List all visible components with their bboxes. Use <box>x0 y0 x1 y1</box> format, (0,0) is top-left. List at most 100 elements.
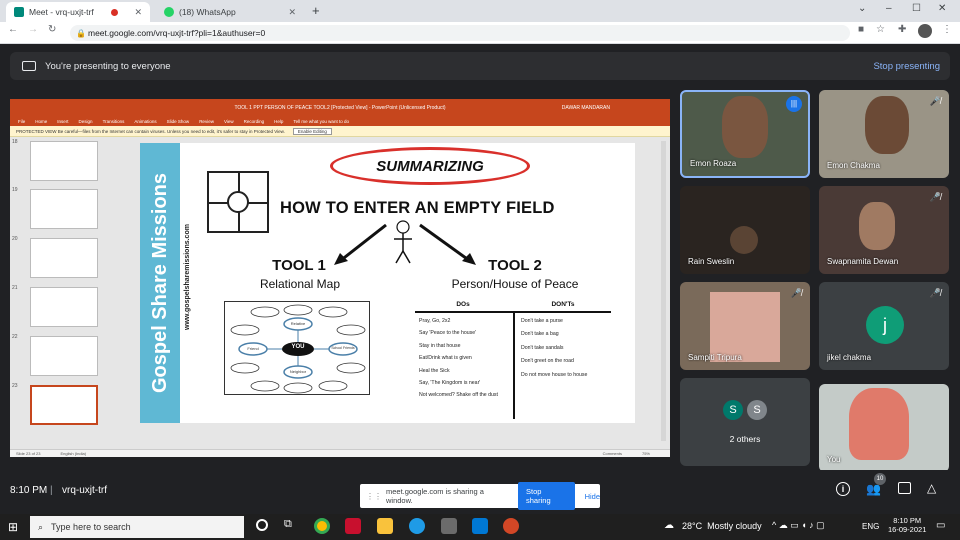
tab-whatsapp[interactable]: (18) WhatsApp ✕ <box>156 2 304 22</box>
slide-thumbnail[interactable] <box>30 141 98 181</box>
donts-header: DON'Ts <box>551 301 575 308</box>
address-bar[interactable]: 🔒 meet.google.com/vrq-uxjt-trf?pli=1&aut… <box>70 25 850 41</box>
slide-thumbnail[interactable] <box>30 287 98 327</box>
stop-presenting-button[interactable]: Stop presenting <box>873 61 940 72</box>
drag-handle-icon[interactable]: ⋮⋮ <box>366 492 382 501</box>
acrobat-taskbar-icon[interactable] <box>345 518 361 534</box>
meeting-details-icon[interactable]: i <box>836 482 850 496</box>
profile-avatar[interactable] <box>918 24 932 38</box>
ppt-comments-button[interactable]: Comments <box>603 451 622 456</box>
extensions-icon[interactable]: ✚ <box>898 24 906 35</box>
muted-mic-icon: 🎤̸ <box>929 192 941 202</box>
slide-thumbnail[interactable] <box>30 336 98 376</box>
participant-name: Swapnamita Dewan <box>827 257 899 266</box>
stop-sharing-button[interactable]: Stop sharing <box>518 482 575 510</box>
ppt-scrollbar[interactable] <box>661 141 666 441</box>
thumb-number: 21 <box>12 285 18 291</box>
new-tab-button[interactable]: + <box>312 3 320 18</box>
meeting-time: 8:10 PM <box>10 485 48 496</box>
dos-item: Pray, Go, 2x2 <box>419 318 451 324</box>
ppt-menu-home[interactable]: Home <box>35 119 47 124</box>
dos-item: Not welcomed? Shake off the dust <box>419 392 498 399</box>
protected-view-bar: PROTECTED VIEW Be careful—files from the… <box>10 126 670 137</box>
ppt-zoom-level[interactable]: 75% <box>642 451 650 456</box>
close-window-icon[interactable]: ✕ <box>938 3 946 14</box>
maximize-icon[interactable]: ☐ <box>912 3 921 14</box>
separator: | <box>50 485 53 496</box>
ppt-menu-view[interactable]: View <box>224 119 234 124</box>
slide-sidebar-url: www.gospelsharemissions.com <box>184 224 191 330</box>
windows-start-icon[interactable]: ⊞ <box>8 520 18 534</box>
ppt-menu-review[interactable]: Review <box>199 119 214 124</box>
ppt-statusbar: Slide 23 of 23 English (India) Comments … <box>10 449 670 457</box>
tab-meet[interactable]: Meet - vrq-uxjt-trf ✕ <box>6 2 150 22</box>
dos-item: Eat/Drink what is given <box>419 355 472 362</box>
ppt-menu-design[interactable]: Design <box>79 119 93 124</box>
notifications-icon[interactable]: ▭ <box>936 520 945 531</box>
participant-tile[interactable]: Rain Sweslin <box>680 186 810 274</box>
close-tab-icon[interactable]: ✕ <box>288 7 296 18</box>
ppt-menu-help[interactable]: Help <box>274 119 283 124</box>
forward-icon[interactable]: → <box>28 24 38 35</box>
taskbar-search[interactable]: ⌕ Type here to search <box>30 516 244 538</box>
donts-item: Don't take a purse <box>521 318 563 324</box>
participant-name: jikel chakma <box>827 353 872 362</box>
donts-list: Don't take a purse Don't take a bag Don'… <box>521 315 613 382</box>
file-explorer-icon[interactable] <box>377 518 393 534</box>
edge-taskbar-icon[interactable] <box>409 518 425 534</box>
thumb-number: 18 <box>12 139 18 145</box>
participant-tile[interactable]: ||| Emon Roaza <box>680 90 810 178</box>
activities-icon[interactable]: △ <box>927 481 936 495</box>
ppt-menu-animations[interactable]: Animations <box>134 119 156 124</box>
reload-icon[interactable]: ↻ <box>48 24 56 35</box>
close-tab-icon[interactable]: ✕ <box>134 7 142 18</box>
taskbar-clock[interactable]: 8:10 PM 16-09-2021 <box>888 516 926 534</box>
ppt-menu-file[interactable]: File <box>18 119 25 124</box>
participant-name: Emon Chakma <box>827 161 880 170</box>
ppt-menu-slideshow[interactable]: Slide Show <box>167 119 190 124</box>
muted-mic-icon: 🎤̸ <box>790 288 802 298</box>
enable-editing-button[interactable]: Enable Editing <box>292 127 332 135</box>
others-tile[interactable]: S S 2 others <box>680 378 810 466</box>
task-view-icon[interactable]: ⧉ <box>284 518 292 531</box>
ppt-menu-insert[interactable]: Insert <box>57 119 68 124</box>
chrome-taskbar-icon[interactable] <box>314 518 330 534</box>
hide-button[interactable]: Hide <box>585 492 600 501</box>
map-center-label: YOU <box>291 344 305 350</box>
participant-tile[interactable]: j 🎤̸ jikel chakma <box>819 282 949 370</box>
participant-tile[interactable]: 🎤̸ Emon Chakma <box>819 90 949 178</box>
ppt-menu-transitions[interactable]: Transitions <box>103 119 125 124</box>
ppt-menu-recording[interactable]: Recording <box>244 119 265 124</box>
taskbar-date: 16-09-2021 <box>888 525 927 534</box>
tab-search-icon[interactable]: ⌄ <box>858 3 866 14</box>
participant-video <box>710 292 780 362</box>
slide-thumbnail[interactable] <box>30 189 98 229</box>
participant-tile[interactable]: 🎤̸ Swapnamita Dewan <box>819 186 949 274</box>
powerpoint-taskbar-icon[interactable] <box>503 518 519 534</box>
slide-thumbnail[interactable] <box>30 238 98 278</box>
slide-thumbnail-selected[interactable] <box>30 385 98 425</box>
self-tile[interactable]: You <box>819 384 949 472</box>
mail-taskbar-icon[interactable] <box>472 518 488 534</box>
system-tray-icons[interactable]: ^ ☁ ▭ ◖ ♪ ▢ <box>772 520 825 531</box>
ppt-tell-me[interactable]: Tell me what you want to do <box>293 119 349 124</box>
participant-video <box>865 96 909 154</box>
bookmark-star-icon[interactable]: ☆ <box>876 24 885 35</box>
back-icon[interactable]: ← <box>8 24 18 35</box>
participant-tile[interactable]: 🎤̸ Sampiti Tripura <box>680 282 810 370</box>
ppt-user: DAWAR MANDARAN <box>561 104 610 111</box>
others-label: 2 others <box>729 434 761 444</box>
camera-icon[interactable]: ■ <box>858 24 864 35</box>
participant-video <box>859 202 895 250</box>
participant-name: Sampiti Tripura <box>688 353 742 362</box>
chrome-menu-icon[interactable]: ⋮ <box>942 24 952 35</box>
store-taskbar-icon[interactable] <box>441 518 457 534</box>
chat-icon[interactable] <box>898 482 911 494</box>
thumb-number: 23 <box>12 383 18 389</box>
weather-text[interactable]: 28°C Mostly cloudy <box>682 521 762 531</box>
minimize-icon[interactable]: – <box>886 3 892 14</box>
ppt-ribbon-tabs: File Home Insert Design Transitions Anim… <box>10 116 670 126</box>
cortana-icon[interactable] <box>256 519 268 531</box>
thumb-number: 20 <box>12 236 18 242</box>
input-language[interactable]: ENG <box>862 522 879 531</box>
